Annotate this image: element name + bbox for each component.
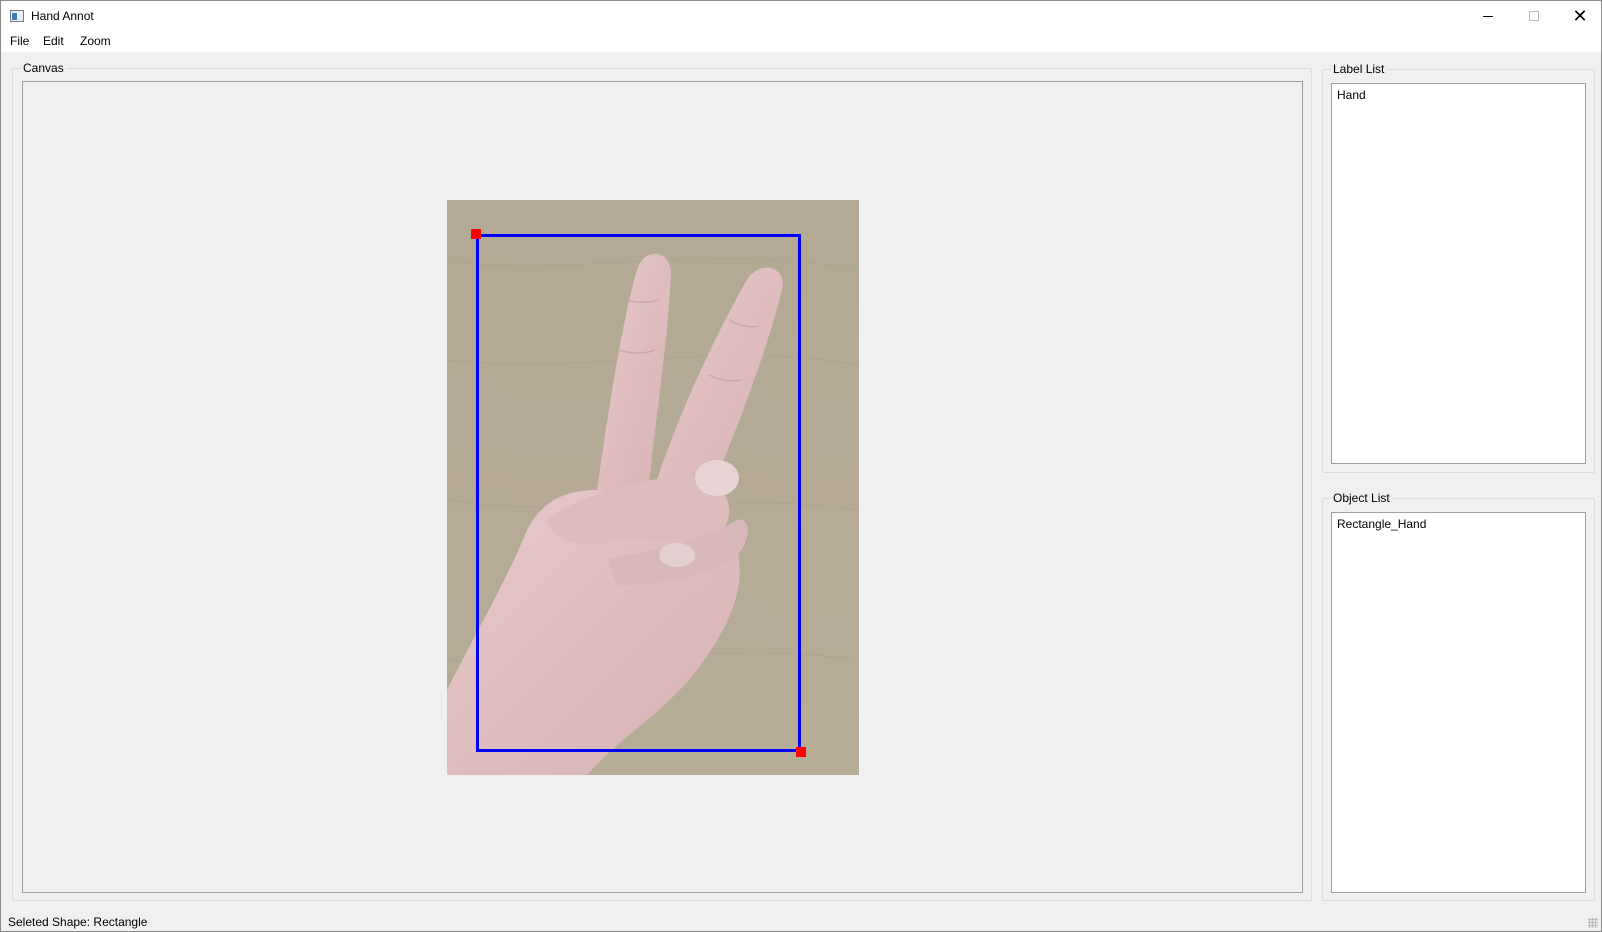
maximize-icon — [1529, 11, 1539, 21]
canvas-group-title: Canvas — [21, 60, 66, 76]
minimize-button[interactable] — [1465, 1, 1511, 31]
maximize-button[interactable] — [1511, 1, 1557, 31]
close-button[interactable]: ✕ — [1557, 1, 1602, 31]
menu-edit[interactable]: Edit — [41, 34, 66, 48]
label-list[interactable]: Hand — [1331, 83, 1586, 464]
app-window-icon — [10, 10, 24, 22]
object-list-title: Object List — [1331, 490, 1392, 506]
minimize-icon — [1483, 15, 1493, 17]
window-title: Hand Annot — [31, 9, 94, 23]
label-list-title: Label List — [1331, 61, 1387, 77]
resize-grip-icon[interactable] — [1588, 918, 1598, 928]
label-list-item[interactable]: Hand — [1337, 87, 1366, 103]
menu-zoom[interactable]: Zoom — [78, 34, 113, 48]
object-list-item[interactable]: Rectangle_Hand — [1337, 516, 1426, 532]
status-text: Seleted Shape: Rectangle — [8, 915, 148, 929]
object-list[interactable]: Rectangle_Hand — [1331, 512, 1586, 893]
menu-file[interactable]: File — [8, 34, 31, 48]
bottom-right-handle[interactable] — [796, 747, 806, 757]
title-bar[interactable]: Hand Annot ✕ — [1, 1, 1601, 31]
selected-rectangle[interactable] — [476, 234, 801, 752]
top-left-handle[interactable] — [471, 229, 481, 239]
menu-bar: File Edit Zoom — [1, 31, 1601, 52]
app-window: Hand Annot ✕ File Edit Zoom Canvas Label… — [0, 0, 1602, 932]
close-icon: ✕ — [1572, 5, 1588, 26]
